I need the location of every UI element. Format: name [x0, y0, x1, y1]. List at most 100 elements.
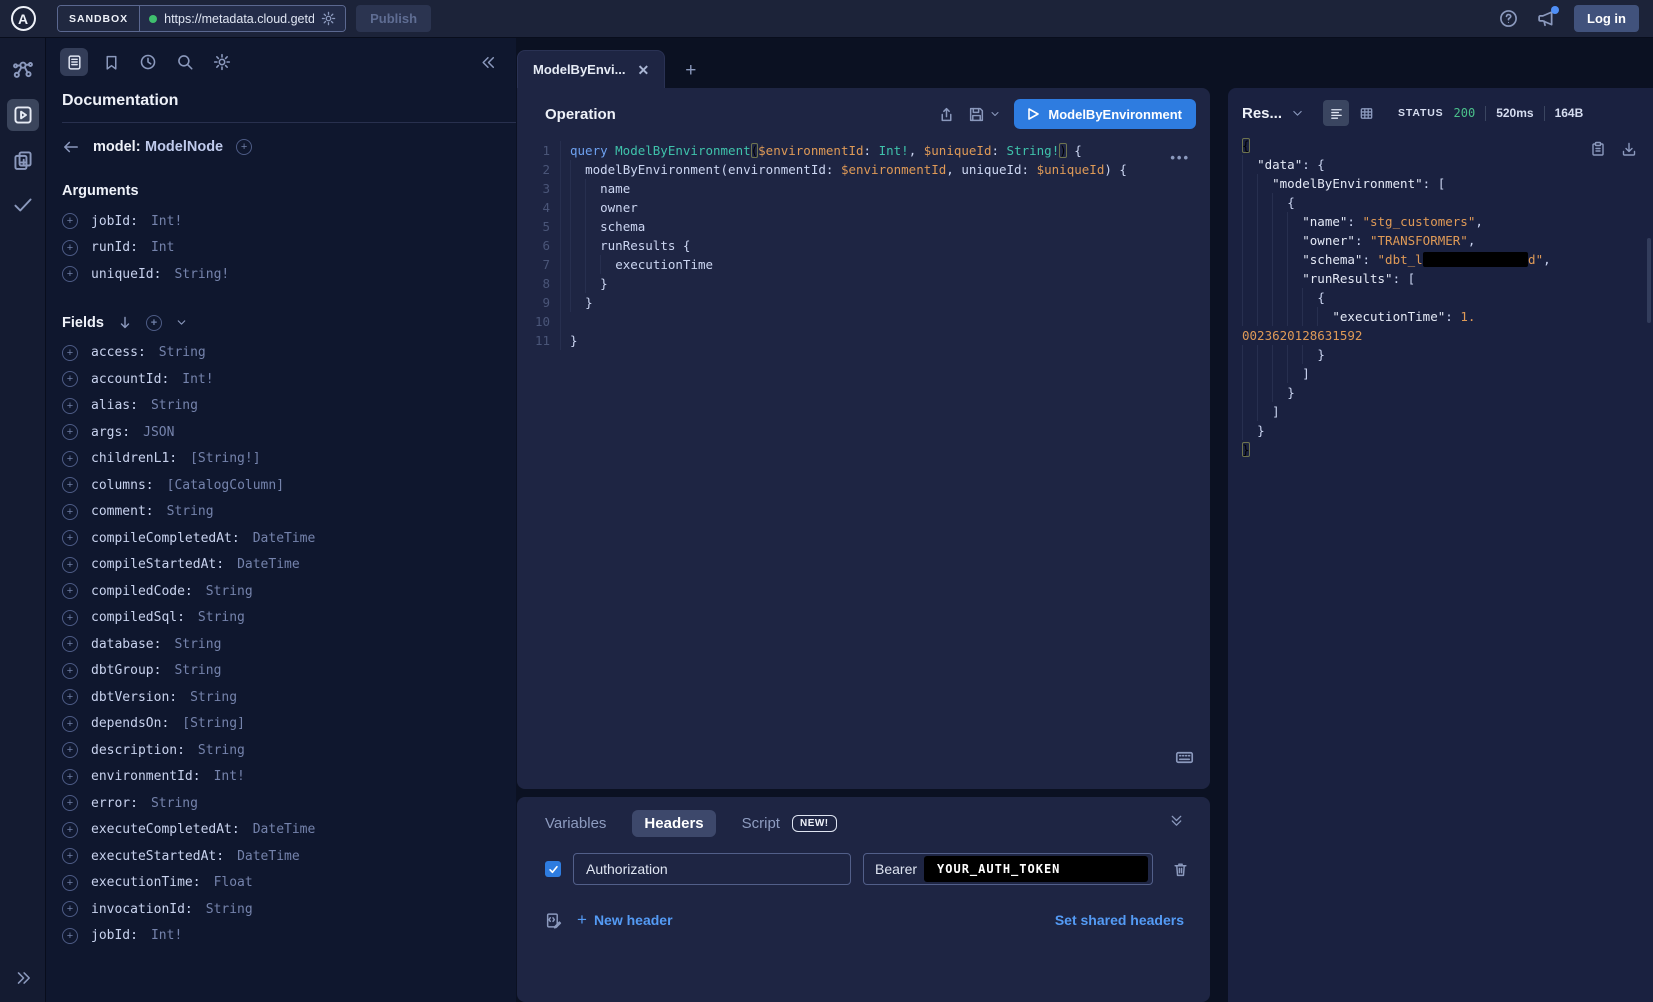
header-key-input[interactable]: Authorization: [573, 853, 851, 885]
add-to-query-icon[interactable]: +: [62, 742, 78, 758]
field-item[interactable]: + executeStartedAt: DateTime: [62, 843, 500, 870]
add-to-query-icon[interactable]: +: [62, 769, 78, 785]
copy-response-icon[interactable]: [1590, 141, 1606, 157]
code-line[interactable]: 5 schema: [531, 217, 1210, 236]
field-type[interactable]: Int!: [214, 769, 245, 784]
operation-tab[interactable]: ModelByEnvi... ✕: [517, 50, 665, 88]
collapse-panel-icon[interactable]: [1169, 813, 1184, 828]
save-operation-icon[interactable]: [968, 106, 985, 123]
schema-graph-icon[interactable]: [7, 54, 39, 86]
field-item[interactable]: + dbtGroup: String: [62, 658, 500, 685]
field-type[interactable]: String: [174, 663, 221, 678]
field-item[interactable]: +compiledSql:String: [62, 605, 500, 632]
field-name[interactable]: childrenL1:: [91, 451, 177, 466]
field-item[interactable]: +jobId:Int!: [62, 208, 500, 235]
add-to-query-icon[interactable]: +: [62, 610, 78, 626]
run-operation-button[interactable]: ModelByEnvironment: [1014, 99, 1196, 129]
share-operation-icon[interactable]: [938, 106, 955, 123]
field-name[interactable]: dbtGroup:: [91, 663, 161, 678]
field-item[interactable]: +accountId:Int!: [62, 366, 500, 393]
field-item[interactable]: +jobId:Int!: [62, 923, 500, 950]
add-to-query-icon[interactable]: +: [62, 795, 78, 811]
field-name[interactable]: runId:: [91, 240, 138, 255]
field-name[interactable]: compileStartedAt:: [91, 557, 224, 572]
endpoint-url[interactable]: https://metadata.cloud.getd: [164, 12, 314, 26]
fields-options-chevron-icon[interactable]: [175, 316, 188, 329]
new-tab-icon[interactable]: +: [685, 61, 696, 80]
add-to-query-icon[interactable]: +: [62, 875, 78, 891]
field-item[interactable]: +compileCompletedAt:DateTime: [62, 525, 500, 552]
field-item[interactable]: +comment:String: [62, 499, 500, 526]
auth-token-redacted[interactable]: YOUR_AUTH_TOKEN: [924, 856, 1148, 882]
add-to-query-icon[interactable]: +: [62, 689, 78, 705]
response-dropdown-chevron-icon[interactable]: [1291, 107, 1304, 120]
field-name[interactable]: error:: [91, 796, 138, 811]
field-item[interactable]: +description:String: [62, 737, 500, 764]
set-shared-headers-link[interactable]: Set shared headers: [1055, 912, 1184, 928]
add-to-query-icon[interactable]: +: [62, 557, 78, 573]
download-response-icon[interactable]: [1621, 141, 1637, 157]
table-view-toggle-icon[interactable]: [1353, 100, 1379, 126]
breadcrumb-type[interactable]: ModelNode: [145, 139, 223, 155]
delete-header-icon[interactable]: [1172, 861, 1189, 878]
field-type[interactable]: Int!: [151, 928, 182, 943]
field-item[interactable]: +access:String: [62, 340, 500, 367]
field-name[interactable]: dependsOn:: [91, 716, 169, 731]
endpoint-input[interactable]: https://metadata.cloud.getd: [140, 6, 345, 31]
add-to-query-icon[interactable]: +: [62, 424, 78, 440]
raw-view-toggle-icon[interactable]: [1323, 100, 1349, 126]
close-tab-icon[interactable]: ✕: [637, 63, 649, 77]
field-name[interactable]: jobId:: [91, 214, 138, 229]
explorer-nav-icon[interactable]: [7, 99, 39, 131]
add-to-query-icon[interactable]: +: [62, 583, 78, 599]
keyboard-shortcuts-icon[interactable]: [1175, 748, 1194, 767]
add-to-query-icon[interactable]: +: [62, 901, 78, 917]
field-type[interactable]: DateTime: [237, 557, 300, 572]
field-type[interactable]: DateTime: [237, 849, 300, 864]
add-fields-icon[interactable]: +: [146, 315, 162, 331]
history-icon[interactable]: [134, 48, 162, 76]
settings-gear-icon[interactable]: [208, 48, 236, 76]
add-to-query-icon[interactable]: +: [62, 716, 78, 732]
add-to-query-icon[interactable]: +: [62, 345, 78, 361]
field-name[interactable]: executeStartedAt:: [91, 849, 224, 864]
field-name[interactable]: columns:: [91, 478, 154, 493]
field-type[interactable]: DateTime: [253, 822, 316, 837]
field-name[interactable]: accountId:: [91, 372, 169, 387]
editor-more-options-icon[interactable]: •••: [1170, 150, 1190, 165]
field-item[interactable]: +compiledCode:String: [62, 578, 500, 605]
field-item[interactable]: + error: String: [62, 790, 500, 817]
field-type[interactable]: String: [151, 398, 198, 413]
field-item[interactable]: +alias:String: [62, 393, 500, 420]
save-options-chevron-icon[interactable]: [989, 108, 1001, 120]
field-item[interactable]: + invocationId: String: [62, 896, 500, 923]
add-to-query-icon[interactable]: +: [62, 848, 78, 864]
code-line[interactable]: 11}: [531, 331, 1210, 350]
add-to-query-icon[interactable]: +: [62, 398, 78, 414]
response-scrollbar[interactable]: [1647, 238, 1651, 323]
field-name[interactable]: database:: [91, 637, 161, 652]
field-item[interactable]: +environmentId:Int!: [62, 764, 500, 791]
field-item[interactable]: +uniqueId:String!: [62, 261, 500, 288]
field-type[interactable]: String!: [174, 267, 229, 282]
documentation-tab-icon[interactable]: [60, 48, 88, 76]
add-to-query-icon[interactable]: +: [62, 530, 78, 546]
add-to-query-icon[interactable]: +: [62, 663, 78, 679]
search-icon[interactable]: [171, 48, 199, 76]
field-name[interactable]: invocationId:: [91, 902, 193, 917]
field-item[interactable]: +database:String: [62, 631, 500, 658]
field-type[interactable]: String: [190, 690, 237, 705]
field-name[interactable]: jobId:: [91, 928, 138, 943]
field-type[interactable]: Int!: [182, 372, 213, 387]
field-type[interactable]: String: [151, 796, 198, 811]
field-name[interactable]: access:: [91, 345, 146, 360]
add-all-fields-icon[interactable]: +: [236, 139, 252, 155]
operation-collections-icon[interactable]: [7, 144, 39, 176]
field-name[interactable]: args:: [91, 425, 130, 440]
code-line[interactable]: 8 }: [531, 274, 1210, 293]
header-enabled-checkbox[interactable]: [545, 861, 561, 877]
field-type[interactable]: String: [206, 902, 253, 917]
endpoint-settings-icon[interactable]: [321, 11, 336, 26]
field-name[interactable]: comment:: [91, 504, 154, 519]
field-name[interactable]: uniqueId:: [91, 267, 161, 282]
